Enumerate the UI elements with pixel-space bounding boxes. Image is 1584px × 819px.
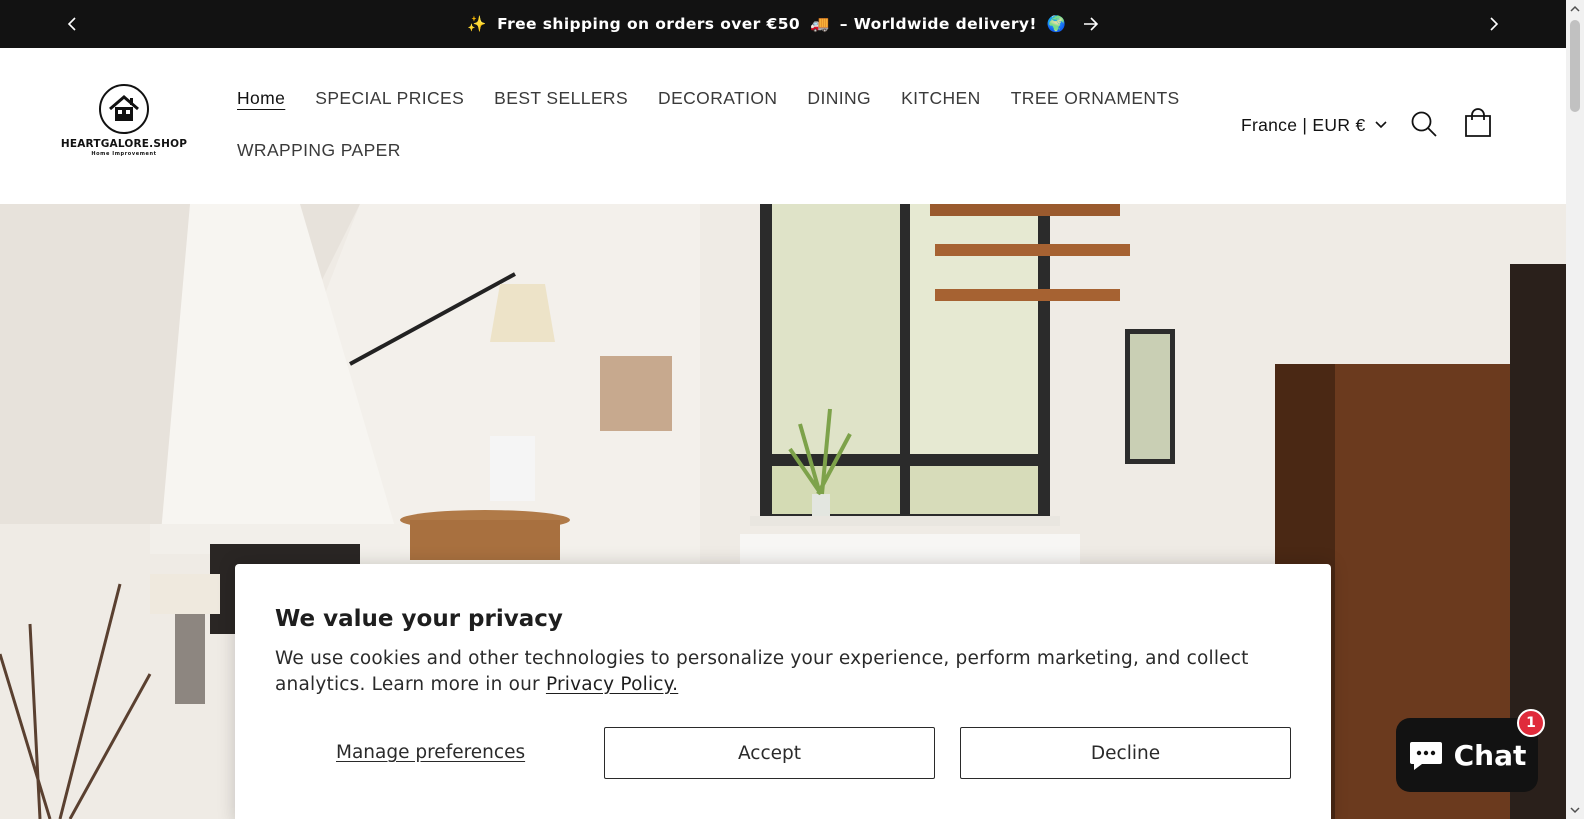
cookie-description: We use cookies and other technologies to… (275, 646, 1275, 698)
locale-selector[interactable]: France | EUR € (1241, 110, 1388, 140)
chat-label: Chat (1453, 738, 1527, 772)
nav-item-dining[interactable]: DINING (807, 88, 871, 109)
scroll-down-arrow-icon[interactable] (1570, 805, 1580, 815)
nav-item-wrapping-paper[interactable]: WRAPPING PAPER (237, 140, 401, 161)
nav-item-special-prices[interactable]: SPECIAL PRICES (315, 88, 464, 109)
search-icon (1411, 111, 1437, 137)
manage-preferences-link[interactable]: Manage preferences (336, 742, 525, 763)
search-button[interactable] (1410, 110, 1440, 140)
nav-item-kitchen[interactable]: KITCHEN (901, 88, 981, 109)
page-scrollbar[interactable] (1566, 0, 1584, 819)
nav-item-decoration[interactable]: DECORATION (658, 88, 777, 109)
announcement-next-button[interactable] (1482, 12, 1506, 36)
announcement-text: Free shipping on orders over €50 (497, 15, 801, 33)
announcement-text-2: – Worldwide delivery! (839, 15, 1037, 33)
accept-button[interactable]: Accept (604, 727, 935, 779)
site-logo[interactable]: HEARTGALORE.SHOP Home Improvement (60, 84, 188, 164)
nav-item-home[interactable]: Home (237, 88, 285, 109)
nav-item-best-sellers[interactable]: BEST SELLERS (494, 88, 628, 109)
cart-icon (1465, 108, 1491, 137)
cart-button[interactable] (1464, 108, 1494, 140)
nav-item-tree-ornaments[interactable]: TREE ORNAMENTS (1011, 88, 1180, 109)
chevron-left-icon (67, 17, 76, 31)
chat-button[interactable]: Chat (1396, 718, 1538, 792)
site-header: HEARTGALORE.SHOP Home Improvement Home S… (0, 48, 1566, 204)
chevron-down-icon (1375, 121, 1388, 129)
cookie-consent-banner: We value your privacy We use cookies and… (235, 564, 1331, 819)
globe-emoji: 🌍 (1046, 15, 1067, 33)
scrollbar-thumb[interactable] (1570, 20, 1580, 112)
announcement-message[interactable]: ✨ Free shipping on orders over €50 🚚 – W… (467, 15, 1098, 33)
privacy-policy-link[interactable]: Privacy Policy. (546, 674, 678, 695)
chevron-right-icon (1490, 17, 1499, 31)
arrow-right-icon (1083, 17, 1099, 31)
announcement-prev-button[interactable] (60, 12, 84, 36)
chat-notification-badge: 1 (1517, 709, 1545, 737)
cookie-body-text: We use cookies and other technologies to… (275, 648, 1249, 695)
locale-label: France | EUR € (1241, 114, 1366, 135)
cookie-title: We value your privacy (275, 606, 563, 632)
house-icon (99, 84, 149, 134)
scroll-up-arrow-icon[interactable] (1570, 4, 1580, 14)
announcement-bar: ✨ Free shipping on orders over €50 🚚 – W… (0, 0, 1566, 48)
logo-name: HEARTGALORE.SHOP (60, 138, 188, 150)
sparkle-emoji: ✨ (467, 15, 488, 33)
logo-tagline: Home Improvement (91, 151, 157, 157)
decline-button[interactable]: Decline (960, 727, 1291, 779)
truck-emoji: 🚚 (810, 15, 830, 33)
chat-bubble-icon (1409, 742, 1442, 770)
